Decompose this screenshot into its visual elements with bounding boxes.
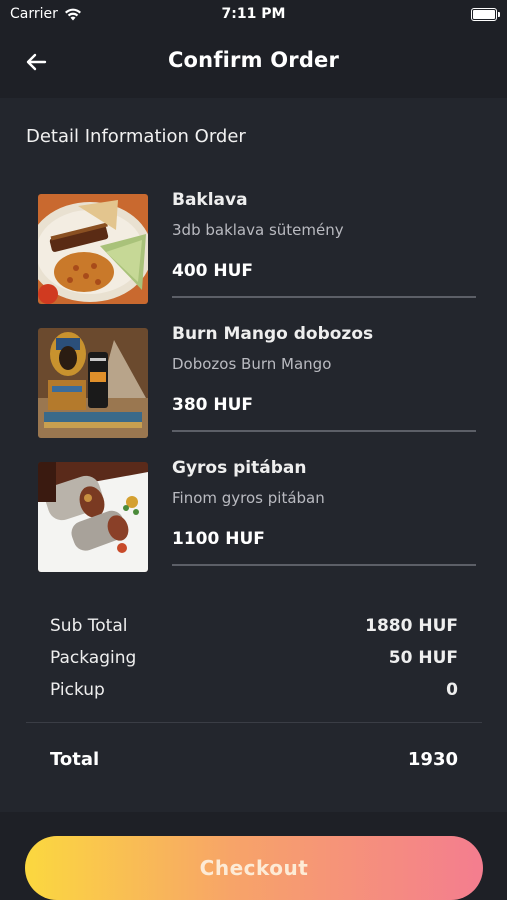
item-divider [172,296,476,298]
section-title: Detail Information Order [26,126,246,147]
total-label: Total [50,749,100,770]
burn-mango-image [38,328,148,438]
baklava-image [38,194,148,304]
item-name: Baklava [172,190,248,210]
item-description: 3db baklava sütemény [172,221,344,239]
order-item: Baklava 3db baklava sütemény 400 HUF [38,190,478,306]
item-divider [172,430,476,432]
total-row: Total 1930 [50,749,458,770]
page-title: Confirm Order [167,48,340,72]
packaging-value: 50 HUF [388,648,458,668]
nav-bar: Confirm Order [0,30,507,98]
order-item: Gyros pitában Finom gyros pitában 1100 H… [38,458,478,574]
packaging-row: Packaging 50 HUF [50,648,458,668]
item-description: Dobozos Burn Mango [172,355,332,373]
item-description: Finom gyros pitában [172,489,325,507]
total-value: 1930 [407,749,458,770]
status-time: 7:11 PM [221,6,286,22]
gyros-image [38,462,148,572]
item-price: 1100 HUF [172,529,265,549]
packaging-label: Packaging [50,648,137,668]
item-name: Gyros pitában [172,458,307,478]
checkout-label: Checkout [199,856,309,880]
subtotal-label: Sub Total [50,616,128,636]
pickup-value: 0 [446,680,458,700]
subtotal-row: Sub Total 1880 HUF [50,616,458,636]
pickup-row: Pickup 0 [50,680,458,700]
battery-icon [471,8,500,21]
item-price: 400 HUF [172,261,254,281]
subtotal-value: 1880 HUF [365,616,458,636]
status-bar: Carrier 7:11 PM [0,0,507,30]
order-item: Burn Mango dobozos Dobozos Burn Mango 38… [38,324,478,440]
pickup-label: Pickup [50,680,105,700]
item-price: 380 HUF [172,395,254,415]
item-name: Burn Mango dobozos [172,324,374,344]
checkout-button[interactable]: Checkout [25,836,483,900]
item-divider [172,564,476,566]
summary-divider [26,722,482,723]
